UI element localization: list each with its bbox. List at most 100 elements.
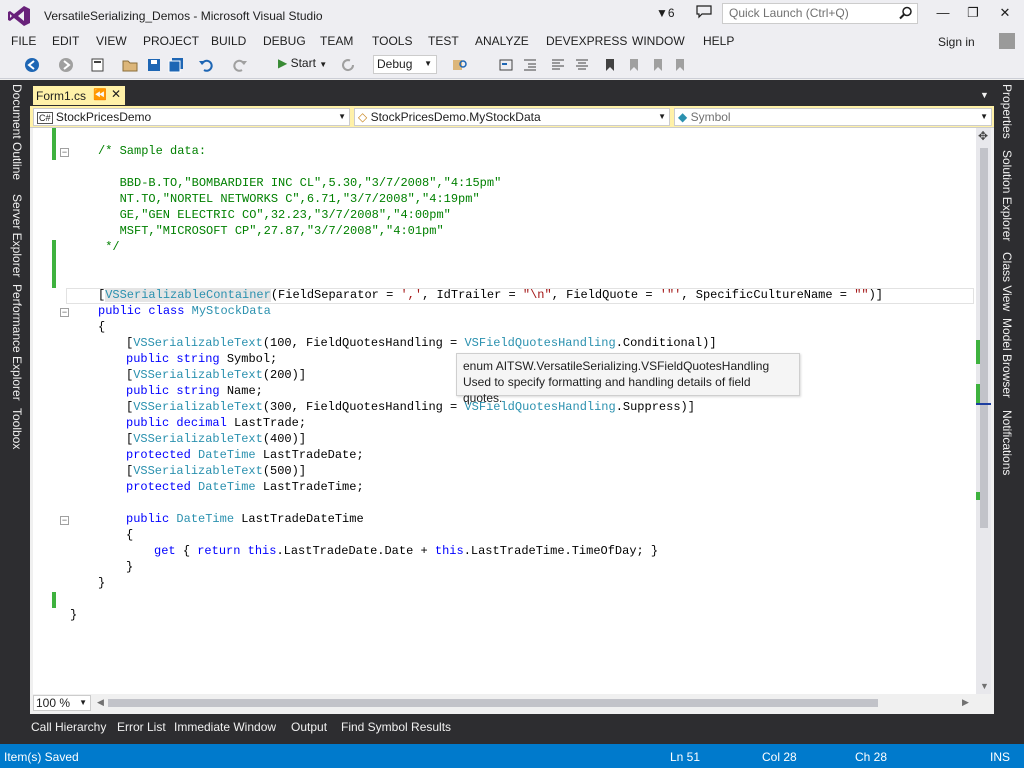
minimize-button[interactable]: —: [934, 5, 952, 21]
menu-tools[interactable]: TOOLS: [372, 34, 412, 48]
code-line: [VSSerializableText(100, FieldQuotesHand…: [126, 336, 717, 350]
close-window-button[interactable]: ✕: [996, 5, 1014, 21]
previous-bookmark-icon[interactable]: [626, 57, 642, 73]
tab-document-outline[interactable]: Document Outline: [10, 84, 24, 180]
menu-analyze[interactable]: ANALYZE: [475, 34, 529, 48]
sign-in-link[interactable]: Sign in: [938, 35, 975, 49]
scroll-down-icon[interactable]: ▼: [980, 681, 989, 691]
uncomment-icon[interactable]: [574, 57, 590, 73]
csharp-project-icon: C#: [37, 112, 53, 124]
collapse-icon[interactable]: −: [60, 308, 69, 317]
navigate-to-icon[interactable]: [498, 57, 514, 73]
menu-debug[interactable]: DEBUG: [263, 34, 306, 48]
start-debugging-button[interactable]: ▶ Start ▼: [278, 56, 327, 70]
code-line: protected DateTime LastTradeDate;: [126, 448, 364, 462]
tab-form1-cs[interactable]: Form1.cs ⏪ ✕: [33, 86, 125, 105]
redo-icon[interactable]: [232, 57, 248, 73]
quick-launch-placeholder: Quick Launch (Ctrl+Q): [729, 6, 849, 20]
quick-launch-input[interactable]: Quick Launch (Ctrl+Q): [722, 3, 918, 24]
indent-icon[interactable]: [522, 57, 538, 73]
clear-bookmarks-icon[interactable]: [672, 57, 688, 73]
change-indicator: [52, 240, 56, 288]
tab-call-hierarchy[interactable]: Call Hierarchy: [31, 720, 106, 734]
feedback-icon[interactable]: [696, 5, 712, 19]
pin-icon[interactable]: ⏪: [93, 88, 107, 101]
scroll-left-icon[interactable]: ◀: [97, 697, 104, 708]
menu-test[interactable]: TEST: [428, 34, 459, 48]
tab-notifications[interactable]: Notifications: [1000, 410, 1014, 475]
menu-file[interactable]: FILE: [11, 34, 36, 48]
horizontal-scroll-thumb[interactable]: [108, 699, 878, 707]
navigate-back-icon[interactable]: [24, 57, 40, 73]
tab-toolbox[interactable]: Toolbox: [10, 408, 24, 449]
code-line: }: [126, 560, 134, 574]
restore-button[interactable]: ❐: [964, 5, 982, 21]
tab-label: Form1.cs: [36, 89, 87, 103]
tab-model-browser[interactable]: Model Browser: [1000, 318, 1014, 398]
code-line: protected DateTime LastTradeTime;: [126, 480, 364, 494]
open-file-icon[interactable]: [122, 57, 138, 73]
tab-properties[interactable]: Properties: [1000, 84, 1014, 139]
save-icon[interactable]: [146, 57, 162, 73]
find-in-files-icon[interactable]: [452, 57, 468, 73]
bookmark-icon[interactable]: [602, 57, 618, 73]
status-column: Col 28: [762, 750, 797, 764]
close-icon: ✕: [999, 5, 1011, 20]
scroll-right-icon[interactable]: ▶: [962, 697, 969, 708]
code-line: GE,"GEN ELECTRIC CO",32.23,"3/7/2008","4…: [98, 208, 451, 222]
chevron-down-icon: ▼: [424, 59, 432, 68]
solution-configuration-select[interactable]: Debug ▼: [373, 55, 437, 74]
collapse-icon[interactable]: −: [60, 516, 69, 525]
field-icon: ◆: [678, 110, 688, 124]
menu-view[interactable]: VIEW: [96, 34, 127, 48]
save-all-icon[interactable]: [168, 57, 184, 73]
navigate-forward-icon[interactable]: [58, 57, 74, 73]
member-value: Symbol: [690, 110, 731, 124]
code-line: public DateTime LastTradeDateTime: [126, 512, 364, 526]
zoom-value: 100 %: [36, 696, 71, 710]
code-line: BBD-B.TO,"BOMBARDIER INC CL",5.30,"3/7/2…: [98, 176, 502, 190]
split-handle-icon[interactable]: ✥: [978, 129, 988, 143]
menu-project[interactable]: PROJECT: [143, 34, 199, 48]
menu-team[interactable]: TEAM: [320, 34, 353, 48]
refresh-icon[interactable]: [340, 57, 356, 73]
code-line: [VSSerializableText(400)]: [126, 432, 307, 446]
menu-help[interactable]: HELP: [703, 34, 734, 48]
scroll-caret-marker: [976, 403, 991, 405]
menu-edit[interactable]: EDIT: [52, 34, 79, 48]
member-dropdown[interactable]: ◆ Symbol ▼: [674, 108, 992, 126]
menu-build[interactable]: BUILD: [211, 34, 246, 48]
tab-performance-explorer[interactable]: Performance Explorer: [10, 284, 24, 401]
project-dropdown[interactable]: C# StockPricesDemo ▼: [33, 108, 350, 126]
code-editor[interactable]: − − − /* Sample data: BBD-B.TO,"BOMBARDI…: [33, 128, 976, 694]
menu-window[interactable]: WINDOW: [632, 34, 685, 48]
type-dropdown[interactable]: ◇ StockPricesDemo.MyStockData ▼: [354, 108, 670, 126]
menu-devexpress[interactable]: DEVEXPRESS: [546, 34, 627, 48]
next-bookmark-icon[interactable]: [650, 57, 666, 73]
configuration-value: Debug: [377, 57, 413, 71]
tab-find-symbol-results[interactable]: Find Symbol Results: [341, 720, 451, 734]
close-icon[interactable]: ✕: [111, 87, 121, 101]
code-line: public decimal LastTrade;: [126, 416, 307, 430]
tooltip-signature: enum AITSW.VersatileSerializing.VSFieldQ…: [463, 359, 770, 373]
code-line: {: [98, 320, 106, 334]
code-line: [VSSerializableContainer(FieldSeparator …: [98, 288, 883, 302]
tab-error-list[interactable]: Error List: [117, 720, 166, 734]
new-project-icon[interactable]: [90, 57, 106, 73]
comment-out-icon[interactable]: [550, 57, 566, 73]
project-value: StockPricesDemo: [55, 110, 152, 124]
tab-list-dropdown-icon[interactable]: ▼: [980, 90, 989, 100]
undo-icon[interactable]: [198, 57, 214, 73]
code-line: NT.TO,"NORTEL NETWORKS C",6.71,"3/7/2008…: [98, 192, 480, 206]
collapse-icon[interactable]: −: [60, 148, 69, 157]
tab-server-explorer[interactable]: Server Explorer: [10, 194, 24, 277]
account-icon[interactable]: [999, 33, 1015, 49]
tab-class-view[interactable]: Class View: [1000, 252, 1014, 311]
tab-solution-explorer[interactable]: Solution Explorer: [1000, 150, 1014, 241]
zoom-dropdown[interactable]: 100 % ▼: [33, 695, 91, 711]
tab-immediate-window[interactable]: Immediate Window: [174, 720, 276, 734]
tooltip-description: Used to specify formatting and handling …: [463, 375, 751, 405]
notification-flag[interactable]: ▼6: [656, 6, 675, 20]
vertical-scroll-thumb[interactable]: [980, 148, 988, 528]
tab-output[interactable]: Output: [291, 720, 327, 734]
